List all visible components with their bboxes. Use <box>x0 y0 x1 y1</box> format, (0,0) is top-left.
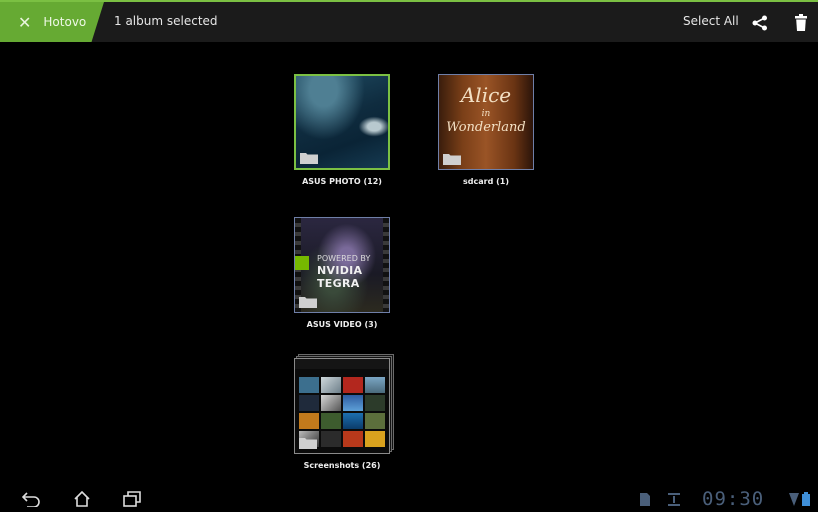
select-all-button[interactable]: Select All <box>683 14 739 28</box>
nvidia-logo-icon <box>295 256 309 270</box>
wifi-icon <box>789 493 799 506</box>
album-thumbnail <box>294 358 390 454</box>
album-screenshots[interactable]: Screenshots (26) <box>294 354 394 470</box>
album-asus-video[interactable]: POWERED BY NVIDIA TEGRA ASUS VIDEO (3) <box>294 217 390 329</box>
action-bar: ✕ Hotovo 1 album selected Select All <box>0 0 818 42</box>
album-label: ASUS PHOTO (12) <box>302 177 382 186</box>
trash-icon[interactable] <box>795 14 807 31</box>
close-icon: ✕ <box>18 12 32 32</box>
album-label: sdcard (1) <box>463 177 509 186</box>
thumb-text-in: in <box>481 109 491 119</box>
system-bar: 09:30 <box>0 484 818 512</box>
album-thumbnail: Alice in Wonderland <box>438 74 534 170</box>
home-icon[interactable] <box>72 491 92 507</box>
album-thumbnail <box>294 74 390 170</box>
album-asus-photo[interactable]: ASUS PHOTO (12) <box>294 74 390 186</box>
thumb-text-title: Alice <box>460 83 512 107</box>
folder-icon <box>300 153 318 164</box>
album-label: Screenshots (26) <box>303 461 381 470</box>
back-icon[interactable] <box>22 491 42 507</box>
usb-icon <box>668 493 680 506</box>
done-button[interactable]: ✕ Hotovo <box>0 2 104 42</box>
folder-icon <box>299 438 317 449</box>
thumb-text-wonderland: Wonderland <box>446 120 526 135</box>
thumb-text-powered: POWERED BY <box>317 254 371 263</box>
thumb-text-tegra: NVIDIA TEGRA <box>317 264 363 290</box>
folder-icon <box>443 154 461 165</box>
album-label: ASUS VIDEO (3) <box>306 320 378 329</box>
sd-card-icon <box>640 493 650 506</box>
album-sdcard[interactable]: Alice in Wonderland sdcard (1) <box>438 74 534 186</box>
recent-apps-icon[interactable] <box>122 491 142 507</box>
done-label: Hotovo <box>43 15 87 29</box>
clock: 09:30 <box>702 488 765 510</box>
album-thumbnail: POWERED BY NVIDIA TEGRA <box>294 217 390 313</box>
selection-count: 1 album selected <box>114 14 218 28</box>
battery-icon <box>802 492 810 506</box>
thumb-statusbar <box>295 359 389 369</box>
share-icon[interactable] <box>752 15 768 31</box>
folder-icon <box>299 297 317 308</box>
